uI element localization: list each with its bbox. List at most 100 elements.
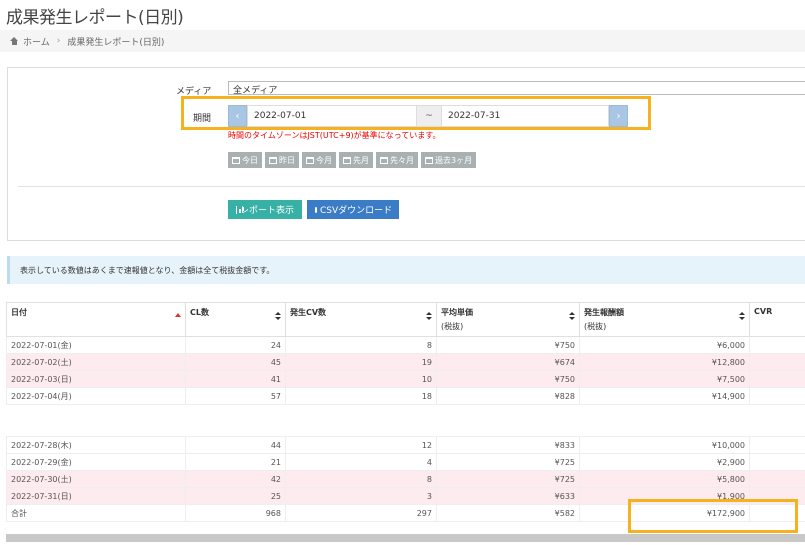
sort-icon	[739, 312, 745, 320]
table-cell-reward: ¥5,800	[579, 470, 750, 488]
table-cell-cvr	[749, 470, 805, 488]
quick-past-3-months-button[interactable]: 過去3ヶ月	[421, 152, 477, 168]
table-cell-date: 2022-07-31(日)	[6, 487, 186, 505]
table-cell-reward: ¥10,000	[579, 436, 750, 454]
total-cell-cv: 297	[285, 504, 437, 522]
table-cell-avg: ¥750	[436, 336, 580, 354]
sort-ascending-icon	[175, 313, 181, 317]
bar-chart-icon	[236, 205, 241, 214]
breadcrumb-current: 成果発生レポート(日別)	[67, 37, 165, 48]
horizontal-scrollbar[interactable]	[6, 534, 805, 542]
table-cell-cvr	[749, 453, 805, 471]
quick-two-months-ago-button[interactable]: 先々月	[376, 152, 418, 168]
breadcrumb-separator: ›	[56, 36, 61, 46]
table-cell-reward: ¥12,800	[579, 353, 750, 371]
table-total-row: 合計 968 297 ¥582 ¥172,900	[6, 504, 805, 522]
end-date-input[interactable]: 2022-07-31	[441, 105, 609, 127]
column-header-cv-count[interactable]: 発生CV数	[285, 302, 437, 337]
media-label: メディア	[176, 87, 212, 97]
table-cell-cl: 44	[185, 436, 286, 454]
cloud-download-icon	[315, 206, 317, 213]
timezone-note: 時間のタイムゾーンはJST(UTC+9)が基準になっています。	[228, 131, 441, 140]
table-cell-cv: 3	[285, 487, 437, 505]
table-cell-cvr	[749, 436, 805, 454]
page-title: 成果発生レポート(日別)	[6, 8, 184, 28]
table-cell-cvr	[749, 353, 805, 371]
table-cell-reward: ¥6,000	[579, 336, 750, 354]
table-row: 2022-07-28(木) 44 12 ¥833 ¥10,000	[6, 436, 805, 454]
table-cell-avg: ¥725	[436, 453, 580, 471]
period-label: 期間	[193, 114, 212, 124]
divider	[18, 186, 805, 187]
table-cell-reward: ¥7,500	[579, 370, 750, 388]
report-table: 日付 CL数 発生CV数 平均単価 (税抜) 発生報酬額 (税抜) CVR 2022…	[6, 302, 805, 522]
table-cell-reward: ¥14,900	[579, 387, 750, 405]
table-cell-avg: ¥725	[436, 470, 580, 488]
table-row: 2022-07-29(金) 21 4 ¥725 ¥2,900	[6, 453, 805, 471]
table-gap	[6, 404, 805, 437]
calendar-icon	[425, 156, 433, 164]
column-header-average-price[interactable]: 平均単価 (税抜)	[436, 302, 580, 337]
table-cell-cv: 12	[285, 436, 437, 454]
media-select[interactable]: 全メディア	[228, 81, 805, 96]
table-cell-cvr	[749, 387, 805, 405]
start-date-input[interactable]: 2022-07-01	[247, 105, 417, 127]
table-cell-cv: 10	[285, 370, 437, 388]
period-range: ‹ 2022-07-01 ~ 2022-07-31 ›	[228, 105, 628, 127]
table-cell-cl: 45	[185, 353, 286, 371]
table-cell-cv: 4	[285, 453, 437, 471]
table-gap-cell	[6, 404, 805, 437]
sort-icon	[569, 312, 575, 320]
table-cell-avg: ¥674	[436, 353, 580, 371]
sort-icon	[275, 312, 281, 320]
table-row: 2022-07-02(土) 45 19 ¥674 ¥12,800	[6, 353, 805, 371]
column-header-date[interactable]: 日付	[6, 302, 186, 337]
calendar-icon	[232, 156, 240, 164]
table-cell-cl: 25	[185, 487, 286, 505]
table-row: 2022-07-04(月) 57 18 ¥828 ¥14,900	[6, 387, 805, 405]
breadcrumb: ホーム › 成果発生レポート(日別)	[0, 30, 805, 52]
quick-yesterday-button[interactable]: 昨日	[265, 152, 299, 168]
table-row: 2022-07-31(日) 25 3 ¥633 ¥1,900	[6, 487, 805, 505]
breadcrumb-home-link[interactable]: ホーム	[23, 35, 50, 48]
prev-period-button[interactable]: ‹	[228, 105, 247, 127]
info-message: 表示している数値はあくまで速報値となり、金額は全て税抜金額です。	[7, 256, 805, 284]
table-cell-cv: 8	[285, 470, 437, 488]
quick-last-month-button[interactable]: 先月	[339, 152, 373, 168]
table-cell-date: 2022-07-30(土)	[6, 470, 186, 488]
column-header-cvr[interactable]: CVR	[749, 302, 805, 337]
calendar-icon	[343, 156, 351, 164]
calendar-icon	[269, 156, 277, 164]
sort-icon	[426, 312, 432, 320]
table-cell-cv: 19	[285, 353, 437, 371]
total-cell-reward: ¥172,900	[579, 504, 750, 522]
calendar-icon	[306, 156, 314, 164]
table-cell-reward: ¥1,900	[579, 487, 750, 505]
quick-today-button[interactable]: 今日	[228, 152, 262, 168]
table-header-row: 日付 CL数 発生CV数 平均単価 (税抜) 発生報酬額 (税抜) CVR	[6, 302, 805, 337]
calendar-icon	[380, 156, 388, 164]
column-header-clicks[interactable]: CL数	[185, 302, 286, 337]
table-cell-date: 2022-07-01(金)	[6, 336, 186, 354]
total-cell-avg: ¥582	[436, 504, 580, 522]
csv-download-button[interactable]: CSVダウンロード	[307, 200, 399, 219]
home-icon	[10, 37, 19, 45]
next-period-button[interactable]: ›	[609, 105, 628, 127]
table-cell-cv: 18	[285, 387, 437, 405]
table-cell-cl: 24	[185, 336, 286, 354]
table-cell-cl: 42	[185, 470, 286, 488]
table-cell-cl: 21	[185, 453, 286, 471]
table-cell-cvr	[749, 370, 805, 388]
table-cell-cv: 8	[285, 336, 437, 354]
table-cell-date: 2022-07-29(金)	[6, 453, 186, 471]
quick-this-month-button[interactable]: 今月	[302, 152, 336, 168]
total-cell-label: 合計	[6, 504, 186, 522]
filter-panel: メディア 全メディア 期間 ‹ 2022-07-01 ~ 2022-07-31 …	[7, 67, 805, 241]
table-cell-cl: 41	[185, 370, 286, 388]
quick-range-buttons: 今日 昨日 今月 先月 先々月 過去3ヶ月	[228, 152, 477, 168]
show-report-button[interactable]: レポート表示	[228, 200, 302, 219]
table-cell-avg: ¥833	[436, 436, 580, 454]
table-cell-cvr	[749, 487, 805, 505]
table-row: 2022-07-03(日) 41 10 ¥750 ¥7,500	[6, 370, 805, 388]
column-header-reward[interactable]: 発生報酬額 (税抜)	[579, 302, 750, 337]
